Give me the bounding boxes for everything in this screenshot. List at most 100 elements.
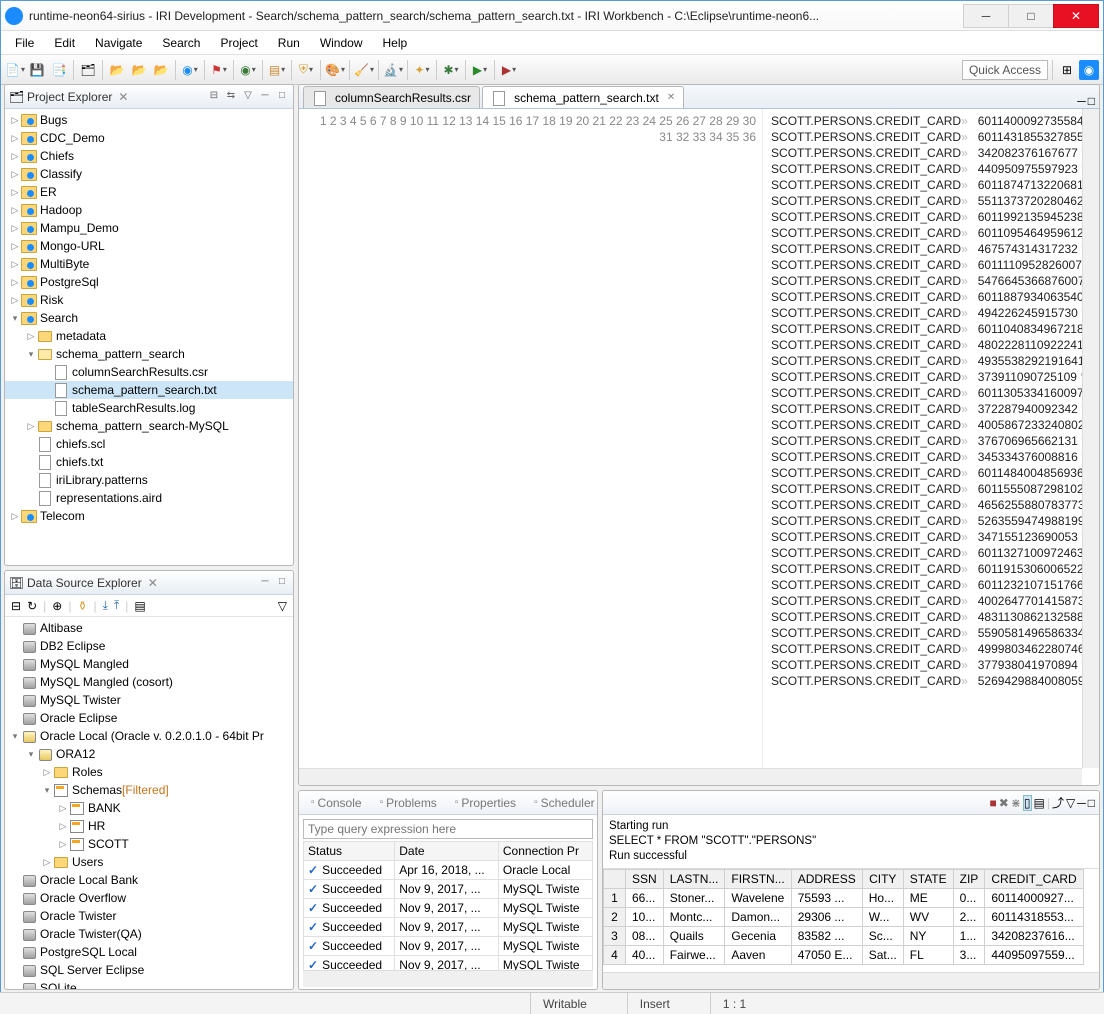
sparkle-icon[interactable]: ✦ [412, 60, 432, 80]
folder-icon[interactable]: 📂 [129, 60, 149, 80]
tool-icon[interactable]: 🗂 [78, 60, 98, 80]
maximize-view-icon[interactable]: □ [1088, 796, 1095, 810]
tree-item[interactable]: ▷Mampu_Demo [5, 219, 293, 237]
view-tab-properties[interactable]: ▫Properties [447, 794, 524, 812]
close-view-icon[interactable]: ✕ [148, 576, 158, 590]
table-row[interactable]: ✓SucceededNov 9, 2017, ...MySQL Twiste [304, 899, 593, 918]
tree-item[interactable]: ▷MultiByte [5, 255, 293, 273]
column-header[interactable]: Status [304, 842, 395, 861]
tree-item[interactable]: schema_pattern_search.txt [5, 381, 293, 399]
tree-item[interactable]: MySQL Mangled [5, 655, 293, 673]
refresh-icon[interactable]: ↻ [27, 599, 37, 613]
menu-navigate[interactable]: Navigate [87, 34, 150, 52]
flag-icon[interactable]: ⚑ [209, 60, 229, 80]
horizontal-scrollbar[interactable] [603, 972, 1099, 989]
close-tab-icon[interactable]: ✕ [667, 92, 675, 103]
table-row[interactable]: ✓SucceededNov 9, 2017, ...MySQL Twiste [304, 918, 593, 937]
tree-item[interactable]: chiefs.txt [5, 453, 293, 471]
perspective-icon[interactable]: ⊞ [1057, 60, 1077, 80]
filter-icon[interactable]: ⚱ [77, 599, 87, 613]
menu-help[interactable]: Help [375, 34, 416, 52]
tree-item[interactable]: ▷Hadoop [5, 201, 293, 219]
menu-edit[interactable]: Edit [46, 34, 83, 52]
maximize-editor-icon[interactable]: □ [1088, 94, 1095, 108]
minimize-view-icon[interactable]: ─ [258, 90, 272, 104]
shield-icon[interactable]: ⛨ [296, 60, 316, 80]
tree-item[interactable]: ▷Bugs [5, 111, 293, 129]
properties-icon[interactable]: ▤ [134, 599, 145, 613]
column-header[interactable]: CREDIT_CARD [985, 870, 1083, 889]
save-all-button[interactable]: 📑 [49, 60, 69, 80]
close-button[interactable]: ✕ [1053, 4, 1099, 28]
swirl-icon[interactable]: ◉ [180, 60, 200, 80]
tree-item[interactable]: ▷ER [5, 183, 293, 201]
table-row[interactable]: ✓SucceededNov 9, 2017, ...MySQL Twiste [304, 937, 593, 956]
tree-item[interactable]: iriLibrary.patterns [5, 471, 293, 489]
view-menu-icon[interactable]: ▽ [1066, 796, 1075, 810]
query-filter-input[interactable] [303, 819, 593, 839]
sql-results-table[interactable]: SSNLASTN...FIRSTN...ADDRESSCITYSTATEZIPC… [603, 869, 1084, 965]
menu-project[interactable]: Project [212, 34, 265, 52]
table-row[interactable]: 166...Stoner...Wavelene75593 ...Ho...ME0… [604, 889, 1084, 908]
menu-search[interactable]: Search [154, 34, 208, 52]
tree-item[interactable]: DB2 Eclipse [5, 637, 293, 655]
table-row[interactable]: 210...Montc...Damon...29306 ...W...WV2..… [604, 908, 1084, 927]
close-view-icon[interactable]: ✕ [118, 90, 128, 104]
folder-icon[interactable]: 📂 [107, 60, 127, 80]
horizontal-scrollbar[interactable] [299, 768, 1082, 785]
globe-icon[interactable]: ◉ [238, 60, 258, 80]
mode-icon[interactable]: ▯ [1023, 795, 1032, 811]
link-editor-icon[interactable]: ⇆ [224, 90, 238, 104]
tree-item[interactable]: ▾Search [5, 309, 293, 327]
editor-tab[interactable]: columnSearchResults.csr [303, 86, 480, 108]
tree-item[interactable]: Oracle Overflow [5, 889, 293, 907]
table-row[interactable]: 440...Fairwe...Aaven47050 E...Sat...FL3.… [604, 946, 1084, 965]
stop-icon[interactable]: ■ [990, 796, 997, 810]
folder-icon[interactable]: 📂 [151, 60, 171, 80]
tree-item[interactable]: representations.aird [5, 489, 293, 507]
maximize-button[interactable]: □ [1008, 4, 1054, 28]
iri-perspective-icon[interactable]: ◉ [1079, 60, 1099, 80]
column-header[interactable]: LASTN... [663, 870, 725, 889]
tree-item[interactable]: Oracle Local Bank [5, 871, 293, 889]
view-menu-icon[interactable]: ▽ [241, 90, 255, 104]
vertical-scrollbar[interactable] [1082, 109, 1099, 768]
project-tree[interactable]: ▷Bugs▷CDC_Demo▷Chiefs▷Classify▷ER▷Hadoop… [5, 109, 293, 565]
tree-item[interactable]: MySQL Mangled (cosort) [5, 673, 293, 691]
minimize-view-icon[interactable]: ─ [1077, 796, 1086, 810]
import-icon[interactable]: ⤓ [103, 598, 108, 613]
new-button[interactable]: 📄 [5, 60, 25, 80]
tree-item[interactable]: ▷PostgreSql [5, 273, 293, 291]
column-header[interactable]: CITY [862, 870, 903, 889]
history-table[interactable]: StatusDateConnection Pr✓SucceededApr 16,… [303, 841, 593, 970]
minimize-editor-icon[interactable]: ─ [1077, 94, 1086, 108]
bug-icon[interactable]: ✱ [441, 60, 461, 80]
view-tab-problems[interactable]: ▫Problems [372, 794, 445, 812]
menu-file[interactable]: File [7, 34, 42, 52]
tree-item[interactable]: SQL Server Eclipse [5, 961, 293, 979]
tree-item[interactable]: ▷SCOTT [5, 835, 293, 853]
tree-item[interactable]: ▾schema_pattern_search [5, 345, 293, 363]
data-source-tree[interactable]: AltibaseDB2 EclipseMySQL MangledMySQL Ma… [5, 617, 293, 989]
remove-icon[interactable]: ✖ [999, 796, 1009, 810]
table-row[interactable]: ✓SucceededNov 9, 2017, ...MySQL Twiste [304, 956, 593, 971]
tree-item[interactable]: ▾Schemas [Filtered] [5, 781, 293, 799]
column-header[interactable]: ADDRESS [791, 870, 862, 889]
new-connection-icon[interactable]: ⊕ [52, 599, 62, 613]
text-editor[interactable]: 1 2 3 4 5 6 7 8 9 10 11 12 13 14 15 16 1… [299, 109, 1099, 785]
quick-access[interactable]: Quick Access [962, 60, 1048, 80]
view-menu-icon[interactable]: ▽ [278, 599, 287, 613]
save-button[interactable]: 💾 [27, 60, 47, 80]
tree-item[interactable]: columnSearchResults.csr [5, 363, 293, 381]
column-header[interactable]: SSN [626, 870, 664, 889]
tree-item[interactable]: ▷metadata [5, 327, 293, 345]
table-row[interactable]: ✓SucceededNov 9, 2017, ...MySQL Twiste [304, 880, 593, 899]
microscope-icon[interactable]: 🔬 [383, 60, 403, 80]
tree-item[interactable]: Oracle Twister(QA) [5, 925, 293, 943]
tree-item[interactable]: ▷Risk [5, 291, 293, 309]
table-row[interactable]: ✓SucceededApr 16, 2018, ...Oracle Local [304, 861, 593, 880]
tree-item[interactable]: ▷Mongo-URL [5, 237, 293, 255]
collapse-all-icon[interactable]: ⊟ [207, 90, 221, 104]
tree-item[interactable]: PostgreSQL Local [5, 943, 293, 961]
column-header[interactable]: STATE [903, 870, 953, 889]
